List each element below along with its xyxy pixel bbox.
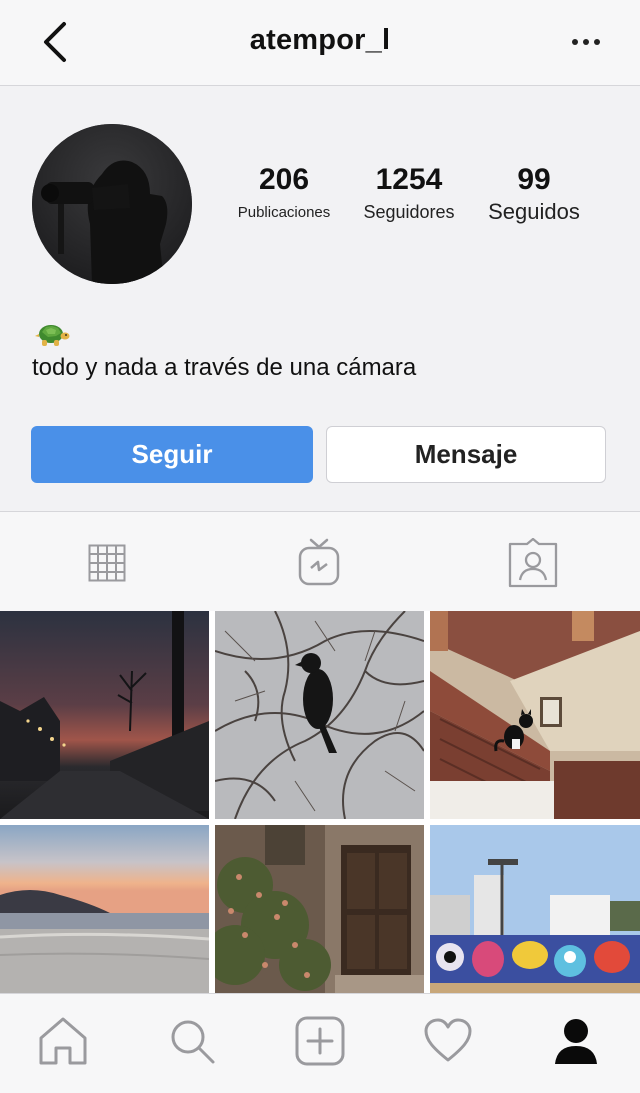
ellipsis-icon xyxy=(572,39,578,45)
posts-stat[interactable]: 206 Publicaciones xyxy=(228,163,340,222)
followers-count: 1254 xyxy=(375,163,443,196)
nav-home[interactable] xyxy=(36,1014,90,1068)
photo-sunset-street xyxy=(0,611,209,819)
tab-grid[interactable] xyxy=(82,538,132,588)
following-label: Seguidos xyxy=(488,199,580,224)
profile-tabs xyxy=(0,511,640,611)
avatar[interactable] xyxy=(32,124,192,284)
heart-icon xyxy=(424,1018,472,1062)
follow-button[interactable]: Seguir xyxy=(31,426,313,483)
post-thumbnail[interactable] xyxy=(215,825,424,993)
following-count: 99 xyxy=(517,163,551,196)
photo-crow-branches xyxy=(215,611,424,819)
photo-beach-sunset xyxy=(0,825,209,993)
home-icon xyxy=(39,1017,87,1065)
bio-text: todo y nada a través de una cámara xyxy=(32,354,417,381)
nav-activity[interactable] xyxy=(421,1014,475,1068)
igtv-icon xyxy=(298,538,340,586)
search-icon xyxy=(171,1020,215,1064)
profile-stats: 206 Publicaciones 1254 Seguidores 99 Seg… xyxy=(222,164,622,234)
followers-stat[interactable]: 1254 Seguidores xyxy=(352,164,466,223)
following-stat[interactable]: 99 Seguidos xyxy=(478,164,590,225)
post-thumbnail[interactable] xyxy=(430,825,640,993)
nav-search[interactable] xyxy=(165,1014,219,1068)
top-bar: atempor_l xyxy=(0,0,640,86)
post-thumbnail[interactable] xyxy=(0,611,209,819)
turtle-icon xyxy=(34,316,70,350)
tab-igtv[interactable] xyxy=(294,538,344,588)
post-thumbnail[interactable] xyxy=(430,611,640,819)
grid-icon xyxy=(88,544,126,582)
bottom-nav xyxy=(0,993,640,1093)
photo-old-door xyxy=(215,825,424,993)
posts-label: Publicaciones xyxy=(237,204,331,221)
photo-cat-rooftop xyxy=(430,611,640,819)
profile-icon xyxy=(555,1019,597,1064)
posts-grid xyxy=(0,611,640,993)
followers-label: Seguidores xyxy=(363,202,455,222)
profile-username: atempor_l xyxy=(249,24,391,56)
post-thumbnail[interactable] xyxy=(215,611,424,819)
post-thumbnail[interactable] xyxy=(0,825,209,993)
posts-count: 206 xyxy=(258,163,310,196)
more-options-button[interactable] xyxy=(566,24,606,60)
photo-graffiti-wall xyxy=(430,825,640,993)
nav-profile[interactable] xyxy=(549,1014,603,1068)
profile-header: 206 Publicaciones 1254 Seguidores 99 Seg… xyxy=(0,86,640,511)
tab-tagged[interactable] xyxy=(508,538,558,588)
nav-new-post[interactable] xyxy=(293,1014,347,1068)
profile-photo xyxy=(32,124,192,284)
tagged-icon xyxy=(508,538,558,588)
add-post-icon xyxy=(295,1016,345,1066)
message-button[interactable]: Mensaje xyxy=(326,426,606,483)
